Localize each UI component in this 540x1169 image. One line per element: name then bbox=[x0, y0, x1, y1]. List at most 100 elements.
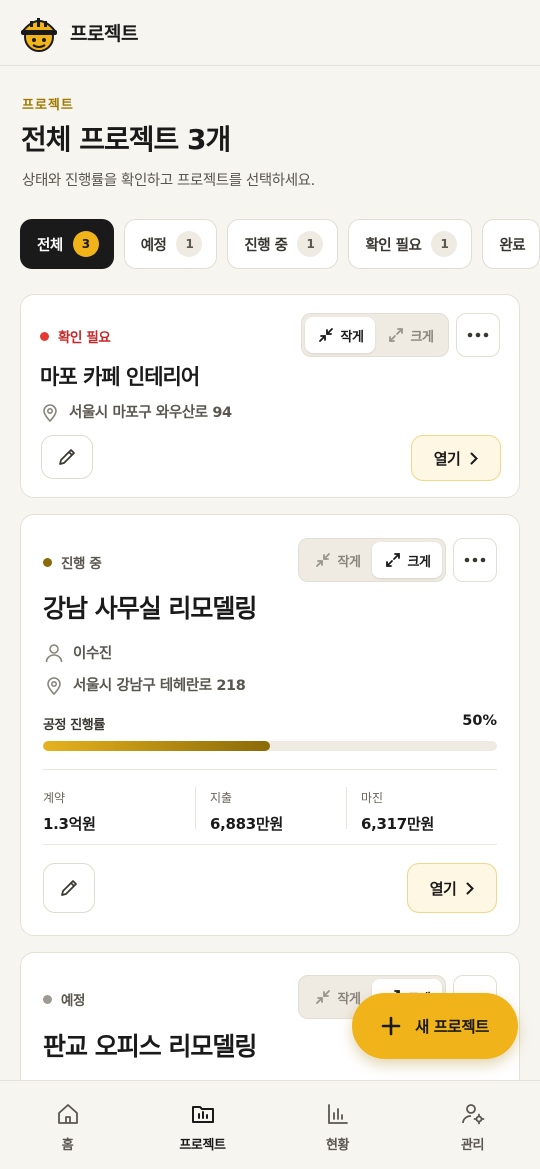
filter-count-badge: 3 bbox=[72, 231, 99, 257]
view-size-toggle: 작게 크게 bbox=[298, 538, 446, 582]
folder-chart-icon bbox=[191, 1106, 214, 1123]
progress-percent: 50% bbox=[462, 713, 497, 729]
compact-view-label: 작게 bbox=[337, 991, 361, 1007]
more-dots-icon bbox=[464, 557, 486, 563]
expand-icon bbox=[385, 553, 400, 567]
expanded-view-label: 크게 bbox=[410, 329, 434, 345]
chevron-right-icon bbox=[466, 882, 475, 894]
filter-label: 예정 bbox=[140, 237, 167, 254]
progress-bar bbox=[43, 741, 497, 751]
project-title: 판교 오피스 리모델링 bbox=[43, 1032, 257, 1061]
project-card[interactable]: 진행 중 작게 크게 강남 사무실 리모델링 이수진 서울시 강남구 테헤란로 … bbox=[20, 514, 520, 936]
edit-button[interactable] bbox=[43, 863, 95, 913]
open-label: 열기 bbox=[429, 879, 457, 898]
compact-view-button[interactable]: 작게 bbox=[305, 317, 375, 353]
project-address: 서울시 마포구 와우산로 94 bbox=[41, 401, 232, 422]
bottom-tab-bar: 홈 프로젝트 현황 관리 bbox=[0, 1080, 540, 1169]
project-address: 서울시 강남구 테헤란로 218 bbox=[45, 674, 246, 695]
more-options-button[interactable] bbox=[456, 313, 500, 357]
divider bbox=[346, 787, 347, 829]
collapse-icon bbox=[318, 328, 333, 342]
more-dots-icon bbox=[467, 332, 489, 338]
filter-count-badge: 1 bbox=[297, 231, 324, 257]
expand-icon bbox=[388, 328, 403, 342]
person-icon bbox=[45, 643, 63, 662]
pencil-icon bbox=[61, 880, 77, 896]
tab-status[interactable]: 현황 bbox=[270, 1081, 405, 1169]
stat-expense: 지출 6,883만원 bbox=[210, 789, 283, 834]
status-label: 확인 필요 bbox=[58, 330, 111, 346]
status-badge: 진행 중 bbox=[43, 552, 102, 572]
filter-chip-in-progress[interactable]: 진행 중 1 bbox=[227, 219, 339, 269]
expanded-view-label: 크게 bbox=[407, 554, 431, 570]
status-badge: 확인 필요 bbox=[40, 326, 111, 346]
status-dot bbox=[43, 994, 52, 1004]
new-project-label: 새 프로젝트 bbox=[415, 1018, 489, 1036]
filter-label: 전체 bbox=[37, 237, 63, 254]
filter-chip-needs-review[interactable]: 확인 필요 1 bbox=[348, 219, 473, 269]
app-header: 프로젝트 bbox=[0, 0, 540, 66]
page-subtitle: 상태와 진행률을 확인하고 프로젝트를 선택하세요. bbox=[22, 173, 315, 189]
app-title: 프로젝트 bbox=[70, 23, 138, 45]
open-label: 열기 bbox=[433, 449, 461, 468]
address-text: 서울시 강남구 테헤란로 218 bbox=[73, 678, 246, 694]
filter-label: 확인 필요 bbox=[365, 237, 422, 254]
progress-label: 공정 진행률 bbox=[43, 718, 105, 733]
open-project-button[interactable]: 열기 bbox=[407, 863, 497, 913]
pencil-icon bbox=[59, 449, 75, 465]
status-badge: 예정 bbox=[43, 989, 85, 1009]
tab-label: 관리 bbox=[460, 1138, 485, 1153]
address-text: 서울시 마포구 와우산로 94 bbox=[69, 405, 232, 421]
status-dot bbox=[43, 557, 52, 567]
filter-count-badge: 1 bbox=[176, 231, 203, 257]
stat-contract: 계약 1.3억원 bbox=[43, 789, 96, 834]
status-dot bbox=[40, 331, 49, 341]
compact-view-button[interactable]: 작게 bbox=[302, 542, 372, 578]
stat-value: 6,883만원 bbox=[210, 815, 283, 833]
tab-label: 프로젝트 bbox=[179, 1138, 226, 1153]
tab-management[interactable]: 관리 bbox=[405, 1081, 540, 1169]
divider bbox=[43, 769, 497, 770]
divider bbox=[43, 844, 497, 845]
progress-fill bbox=[43, 741, 270, 751]
new-project-button[interactable]: 새 프로젝트 bbox=[352, 993, 518, 1059]
collapse-icon bbox=[315, 553, 330, 567]
project-manager: 이수진 bbox=[45, 642, 112, 663]
filter-chip-all[interactable]: 전체 3 bbox=[20, 219, 114, 269]
compact-view-label: 작게 bbox=[340, 329, 364, 345]
project-title: 마포 카페 인테리어 bbox=[40, 365, 200, 389]
stat-value: 6,317만원 bbox=[361, 815, 434, 833]
expanded-view-button[interactable]: 크게 bbox=[372, 542, 442, 578]
manager-name: 이수진 bbox=[73, 646, 112, 662]
stat-label: 계약 bbox=[43, 791, 66, 805]
chevron-right-icon bbox=[470, 452, 479, 464]
hardhat-worker-icon bbox=[20, 17, 58, 52]
more-options-button[interactable] bbox=[453, 538, 497, 582]
page-title: 전체 프로젝트 3개 bbox=[21, 123, 231, 156]
stat-value: 1.3억원 bbox=[43, 815, 96, 833]
compact-view-label: 작게 bbox=[337, 554, 361, 570]
collapse-icon bbox=[315, 990, 330, 1004]
view-size-toggle: 작게 크게 bbox=[301, 313, 449, 357]
filter-chip-planned[interactable]: 예정 1 bbox=[123, 219, 218, 269]
filter-label: 완료 bbox=[499, 237, 526, 254]
project-card[interactable]: 확인 필요 작게 크게 마포 카페 인테리어 서울시 마포구 와우산로 94 열… bbox=[20, 294, 520, 498]
tab-label: 현황 bbox=[325, 1138, 350, 1153]
status-label: 진행 중 bbox=[61, 556, 102, 572]
filter-chip-completed[interactable]: 완료 bbox=[482, 219, 540, 269]
edit-button[interactable] bbox=[41, 435, 93, 479]
location-pin-icon bbox=[43, 403, 57, 422]
home-icon bbox=[57, 1104, 78, 1124]
tab-home[interactable]: 홈 bbox=[0, 1081, 135, 1169]
location-pin-icon bbox=[47, 676, 61, 695]
filter-label: 진행 중 bbox=[244, 237, 288, 254]
divider bbox=[195, 787, 196, 829]
user-settings-icon bbox=[461, 1104, 484, 1125]
open-project-button[interactable]: 열기 bbox=[411, 435, 501, 481]
stat-label: 지출 bbox=[210, 791, 233, 805]
filter-count-badge: 1 bbox=[431, 231, 458, 257]
tab-projects[interactable]: 프로젝트 bbox=[135, 1081, 270, 1169]
expanded-view-button[interactable]: 크게 bbox=[375, 317, 445, 353]
stat-label: 마진 bbox=[361, 791, 384, 805]
stat-margin: 마진 6,317만원 bbox=[361, 789, 434, 834]
